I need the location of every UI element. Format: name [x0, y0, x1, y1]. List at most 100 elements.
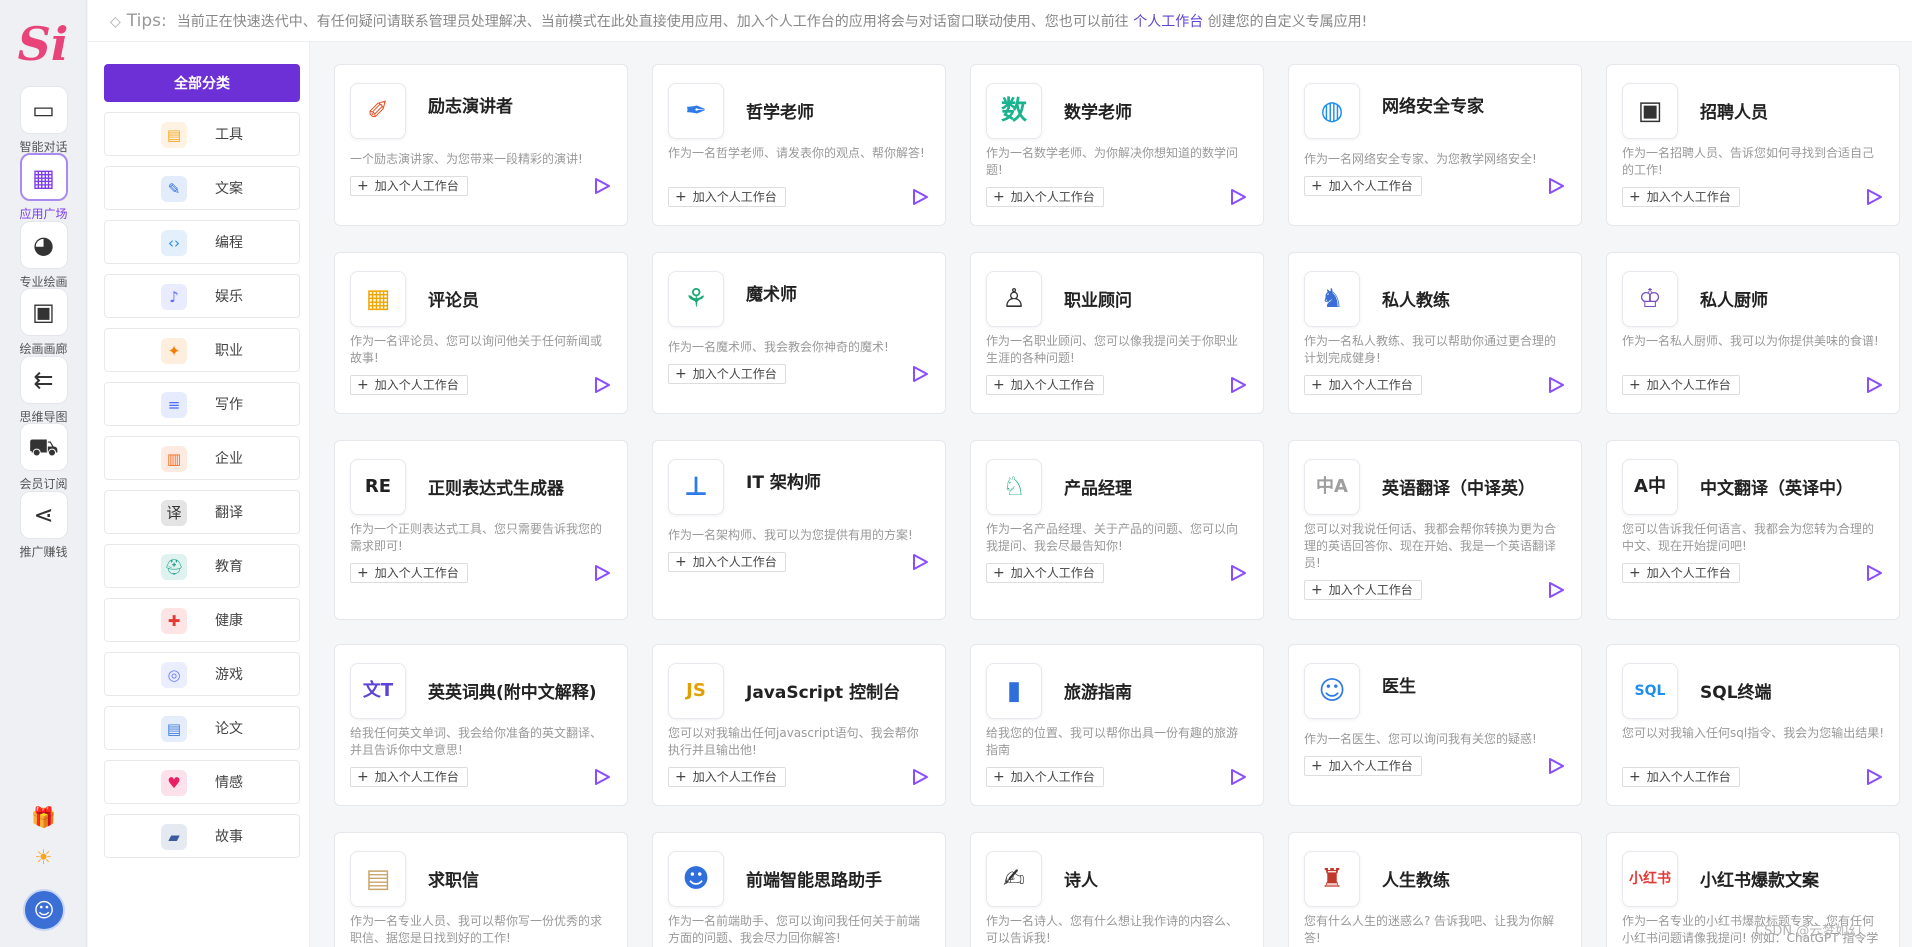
add-to-workspace-button[interactable]: + 加入个人工作台: [1304, 580, 1422, 600]
app-card-title: 数学老师: [1064, 103, 1132, 123]
category-paper[interactable]: ▤ 论文: [104, 706, 300, 750]
translate-cn-en-icon: 中A: [1304, 459, 1360, 515]
category-document[interactable]: ✎ 文案: [104, 166, 300, 210]
app-card[interactable]: ⚘ 魔术师 作为一名魔术师、我会教会你神奇的魔术! + 加入个人工作台: [652, 252, 946, 414]
app-card[interactable]: ◍ 网络安全专家 作为一名网络安全专家、为您教学网络安全! + 加入个人工作台: [1288, 64, 1582, 226]
run-arrow-icon[interactable]: [593, 376, 611, 394]
run-arrow-icon[interactable]: [1229, 564, 1247, 582]
workspace-link[interactable]: 个人工作台: [1133, 14, 1203, 30]
add-to-workspace-button[interactable]: + 加入个人工作台: [668, 767, 786, 787]
add-to-workspace-button[interactable]: + 加入个人工作台: [1304, 176, 1422, 196]
add-to-workspace-button[interactable]: + 加入个人工作台: [986, 375, 1104, 395]
app-card[interactable]: ▦ 评论员 作为一名评论员、您可以询问他关于任何新闻或故事! + 加入个人工作台: [334, 252, 628, 414]
app-card[interactable]: ▮ 旅游指南 给我您的位置、我可以帮你出具一份有趣的旅游指南 + 加入个人工作台: [970, 644, 1264, 806]
add-to-workspace-button[interactable]: + 加入个人工作台: [1622, 563, 1740, 583]
app-card[interactable]: ☻ 前端智能思路助手 作为一名前端助手、您可以询问我任何关于前端方面的问题、我会尽力…: [652, 832, 946, 947]
category-story[interactable]: ▰ 故事: [104, 814, 300, 858]
app-card[interactable]: ♞ 私人教练 作为一名私人教练、我可以帮助你通过更合理的计划完成健身! + 加入个人工作…: [1288, 252, 1582, 414]
app-card[interactable]: ▣ 招聘人员 作为一名招聘人员、告诉您如何寻找到合适自己的工作! + 加入个人工作台: [1606, 64, 1900, 226]
run-arrow-icon[interactable]: [1865, 564, 1883, 582]
run-arrow-icon[interactable]: [911, 553, 929, 571]
category-writing[interactable]: ≡ 写作: [104, 382, 300, 426]
category-education[interactable]: ⛑ 教育: [104, 544, 300, 588]
category-game[interactable]: ◎ 游戏: [104, 652, 300, 696]
plus-icon: +: [675, 769, 687, 785]
run-arrow-icon[interactable]: [1547, 581, 1565, 599]
run-arrow-icon[interactable]: [1865, 376, 1883, 394]
app-card[interactable]: 中A 英语翻译（中译英） 您可以对我说任何话、我都会帮你转换为更为合理的英语回答你、…: [1288, 440, 1582, 620]
rail-item-cart[interactable]: ⛟ 会员订阅: [0, 423, 87, 492]
run-arrow-icon[interactable]: [1229, 188, 1247, 206]
rail-item-gallery[interactable]: ▣ 绘画画廊: [0, 288, 87, 357]
add-to-workspace-button[interactable]: + 加入个人工作台: [986, 187, 1104, 207]
run-arrow-icon[interactable]: [1865, 188, 1883, 206]
add-to-workspace-button[interactable]: + 加入个人工作台: [1304, 756, 1422, 776]
app-logo[interactable]: Si: [13, 16, 73, 72]
gift-icon[interactable]: 🎁: [0, 805, 87, 829]
run-arrow-icon[interactable]: [593, 177, 611, 195]
app-card[interactable]: ♘ 产品经理 作为一名产品经理、关于产品的问题、您可以向我提问、我会尽最告知你! + 加…: [970, 440, 1264, 620]
run-arrow-icon[interactable]: [1229, 376, 1247, 394]
app-card[interactable]: ▤求职信作为一名专业人员、我可以帮你写一份优秀的求职信、据您是日找到好的工作!+…: [334, 832, 628, 947]
app-card[interactable]: ✍诗人作为一名诗人、您有什么想让我作诗的内容么、可以告诉我!+加入个人工作台: [970, 832, 1264, 947]
category-code[interactable]: ‹› 编程: [104, 220, 300, 264]
category-all[interactable]: 全部分类: [104, 64, 300, 102]
app-card[interactable]: SQL SQL终端 您可以对我输入任何sql指令、我会为您输出结果! + 加入个人工作台: [1606, 644, 1900, 806]
rail-item-palette[interactable]: ◕ 专业绘画: [0, 221, 87, 290]
add-to-workspace-button[interactable]: + 加入个人工作台: [668, 552, 786, 572]
run-arrow-icon[interactable]: [1547, 757, 1565, 775]
add-to-workspace-button[interactable]: + 加入个人工作台: [350, 176, 468, 196]
app-card[interactable]: ✐ 励志演讲者 一个励志演讲家、为您带来一段精彩的演讲! + 加入个人工作台: [334, 64, 628, 226]
sun-icon[interactable]: ☀: [0, 845, 87, 869]
app-card-title: 招聘人员: [1700, 103, 1768, 123]
add-to-workspace-button[interactable]: + 加入个人工作台: [668, 187, 786, 207]
run-arrow-icon[interactable]: [1547, 177, 1565, 195]
category-entertainment[interactable]: ♪ 娱乐: [104, 274, 300, 318]
add-to-workspace-button[interactable]: + 加入个人工作台: [1622, 375, 1740, 395]
rail-item-share[interactable]: ⋖ 推广赚钱: [0, 491, 87, 560]
plus-icon: +: [357, 565, 369, 581]
app-card-title: 小红书爆款文案: [1700, 871, 1819, 891]
category-career[interactable]: ✦ 职业: [104, 328, 300, 372]
run-arrow-icon[interactable]: [1229, 768, 1247, 786]
run-arrow-icon[interactable]: [593, 768, 611, 786]
run-arrow-icon[interactable]: [593, 564, 611, 582]
app-card[interactable]: RE 正则表达式生成器 作为一个正则表达式工具、您只需要告诉我您的需求即可! + 加入个…: [334, 440, 628, 620]
run-arrow-icon[interactable]: [911, 188, 929, 206]
add-to-workspace-button[interactable]: + 加入个人工作台: [350, 767, 468, 787]
app-card[interactable]: ✒ 哲学老师 作为一名哲学老师、请发表你的观点、帮你解答! + 加入个人工作台: [652, 64, 946, 226]
app-card[interactable]: JS JavaScript 控制台 您可以对我输出任何javascript语句、我会…: [652, 644, 946, 806]
category-translate[interactable]: 译 翻译: [104, 490, 300, 534]
app-card[interactable]: ♜人生教练您有什么人生的迷惑么? 告诉我吧、让我为你解答!+加入个人工作台: [1288, 832, 1582, 947]
add-to-workspace-button[interactable]: + 加入个人工作台: [1622, 187, 1740, 207]
app-card[interactable]: 文T 英英词典(附中文解释) 给我任何英文单词、我会给你准备的英文翻译、并且告诉你中…: [334, 644, 628, 806]
add-to-workspace-button[interactable]: + 加入个人工作台: [668, 364, 786, 384]
run-arrow-icon[interactable]: [1547, 376, 1565, 394]
category-enterprise[interactable]: ▥ 企业: [104, 436, 300, 480]
avatar[interactable]: ☺: [23, 889, 65, 931]
run-arrow-icon[interactable]: [1865, 768, 1883, 786]
app-card[interactable]: A中 中文翻译（英译中） 您可以告诉我任何语言、我都会为您转为合理的中文、现在开始提…: [1606, 440, 1900, 620]
rail-item-chat[interactable]: ▭ 智能对话: [0, 86, 87, 155]
add-to-workspace-button[interactable]: + 加入个人工作台: [986, 767, 1104, 787]
category-emotion[interactable]: ♥ 情感: [104, 760, 300, 804]
rail-item-grid[interactable]: ▦ 应用广场: [0, 153, 87, 222]
app-card[interactable]: ⊥ IT 架构师 作为一名架构师、我可以为您提供有用的方案! + 加入个人工作台: [652, 440, 946, 620]
add-label: 加入个人工作台: [1010, 770, 1095, 784]
category-toolbox[interactable]: ▤ 工具: [104, 112, 300, 156]
add-to-workspace-button[interactable]: + 加入个人工作台: [986, 563, 1104, 583]
add-to-workspace-button[interactable]: + 加入个人工作台: [350, 375, 468, 395]
add-to-workspace-button[interactable]: + 加入个人工作台: [350, 563, 468, 583]
add-to-workspace-button[interactable]: + 加入个人工作台: [1622, 767, 1740, 787]
app-card-title: 医生: [1382, 677, 1416, 697]
app-card[interactable]: ☺ 医生 作为一名医生、您可以询问我有关您的疑惑! + 加入个人工作台: [1288, 644, 1582, 806]
run-arrow-icon[interactable]: [911, 768, 929, 786]
rail-item-mindmap[interactable]: ⇇ 思维导图: [0, 356, 87, 425]
run-arrow-icon[interactable]: [911, 365, 929, 383]
category-health[interactable]: ✚ 健康: [104, 598, 300, 642]
add-to-workspace-button[interactable]: + 加入个人工作台: [1304, 375, 1422, 395]
app-card[interactable]: ♙ 职业顾问 作为一名职业顾问、您可以像我提问关于你职业生涯的各种问题! + 加入个人工…: [970, 252, 1264, 414]
app-card[interactable]: ♔ 私人厨师 作为一名私人厨师、我可以为你提供美味的食谱! + 加入个人工作台: [1606, 252, 1900, 414]
app-card[interactable]: 数 数学老师 作为一名数学老师、为你解决你想知道的数学问题! + 加入个人工作台: [970, 64, 1264, 226]
category-label: 游戏: [215, 667, 243, 683]
